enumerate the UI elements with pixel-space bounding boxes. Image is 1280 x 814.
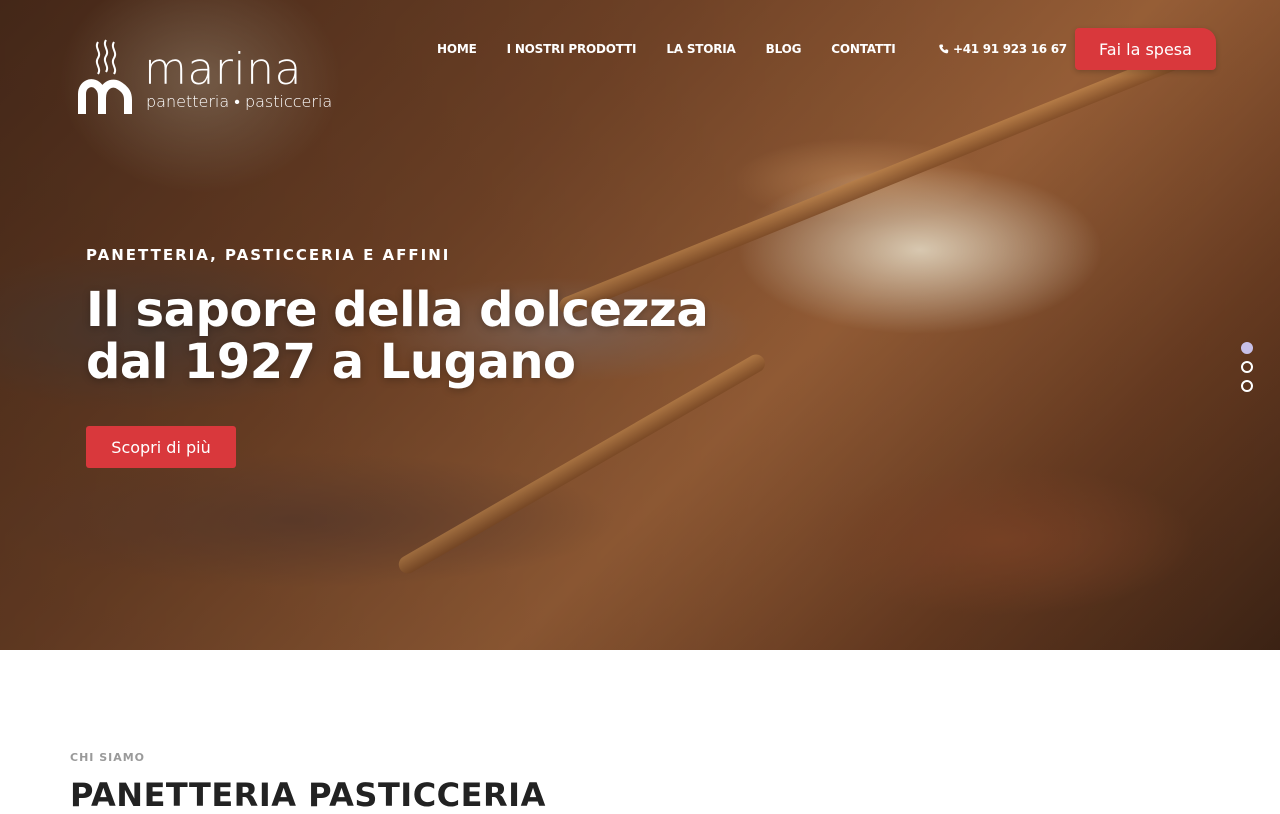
hero-section: marina panetteria • pasticceria HOME I N… bbox=[0, 0, 1280, 650]
phone-icon bbox=[939, 44, 949, 54]
slider-dot-1[interactable] bbox=[1241, 342, 1253, 354]
about-section: CHI SIAMO PANETTERIA PASTICCERIA bbox=[0, 650, 1280, 814]
site-logo[interactable]: marina panetteria • pasticceria bbox=[78, 38, 338, 118]
hero-headline: Il sapore della dolcezza dal 1927 a Luga… bbox=[86, 282, 709, 390]
main-nav: HOME I NOSTRI PRODOTTI LA STORIA BLOG CO… bbox=[437, 42, 896, 56]
about-eyebrow: CHI SIAMO bbox=[70, 751, 146, 764]
nav-item-home[interactable]: HOME bbox=[437, 42, 477, 56]
slider-dot-2[interactable] bbox=[1241, 361, 1253, 373]
nav-item-contacts[interactable]: CONTATTI bbox=[831, 42, 895, 56]
bread-steam-m-icon bbox=[78, 39, 132, 114]
about-title: PANETTERIA PASTICCERIA bbox=[70, 776, 546, 814]
nav-item-history[interactable]: LA STORIA bbox=[666, 42, 736, 56]
brand-tagline: panetteria • pasticceria bbox=[146, 92, 333, 111]
phone-number: +41 91 923 16 67 bbox=[953, 42, 1067, 56]
slider-dot-3[interactable] bbox=[1241, 380, 1253, 392]
nav-item-blog[interactable]: BLOG bbox=[766, 42, 802, 56]
hero-eyebrow: PANETTERIA, PASTICCERIA E AFFINI bbox=[86, 246, 451, 264]
shop-button[interactable]: Fai la spesa bbox=[1075, 28, 1216, 70]
nav-item-products[interactable]: I NOSTRI PRODOTTI bbox=[507, 42, 637, 56]
discover-more-button[interactable]: Scopri di più bbox=[86, 426, 236, 468]
phone-link[interactable]: +41 91 923 16 67 bbox=[939, 42, 1067, 56]
brand-name: marina bbox=[144, 44, 302, 95]
slider-dots bbox=[1241, 342, 1253, 392]
